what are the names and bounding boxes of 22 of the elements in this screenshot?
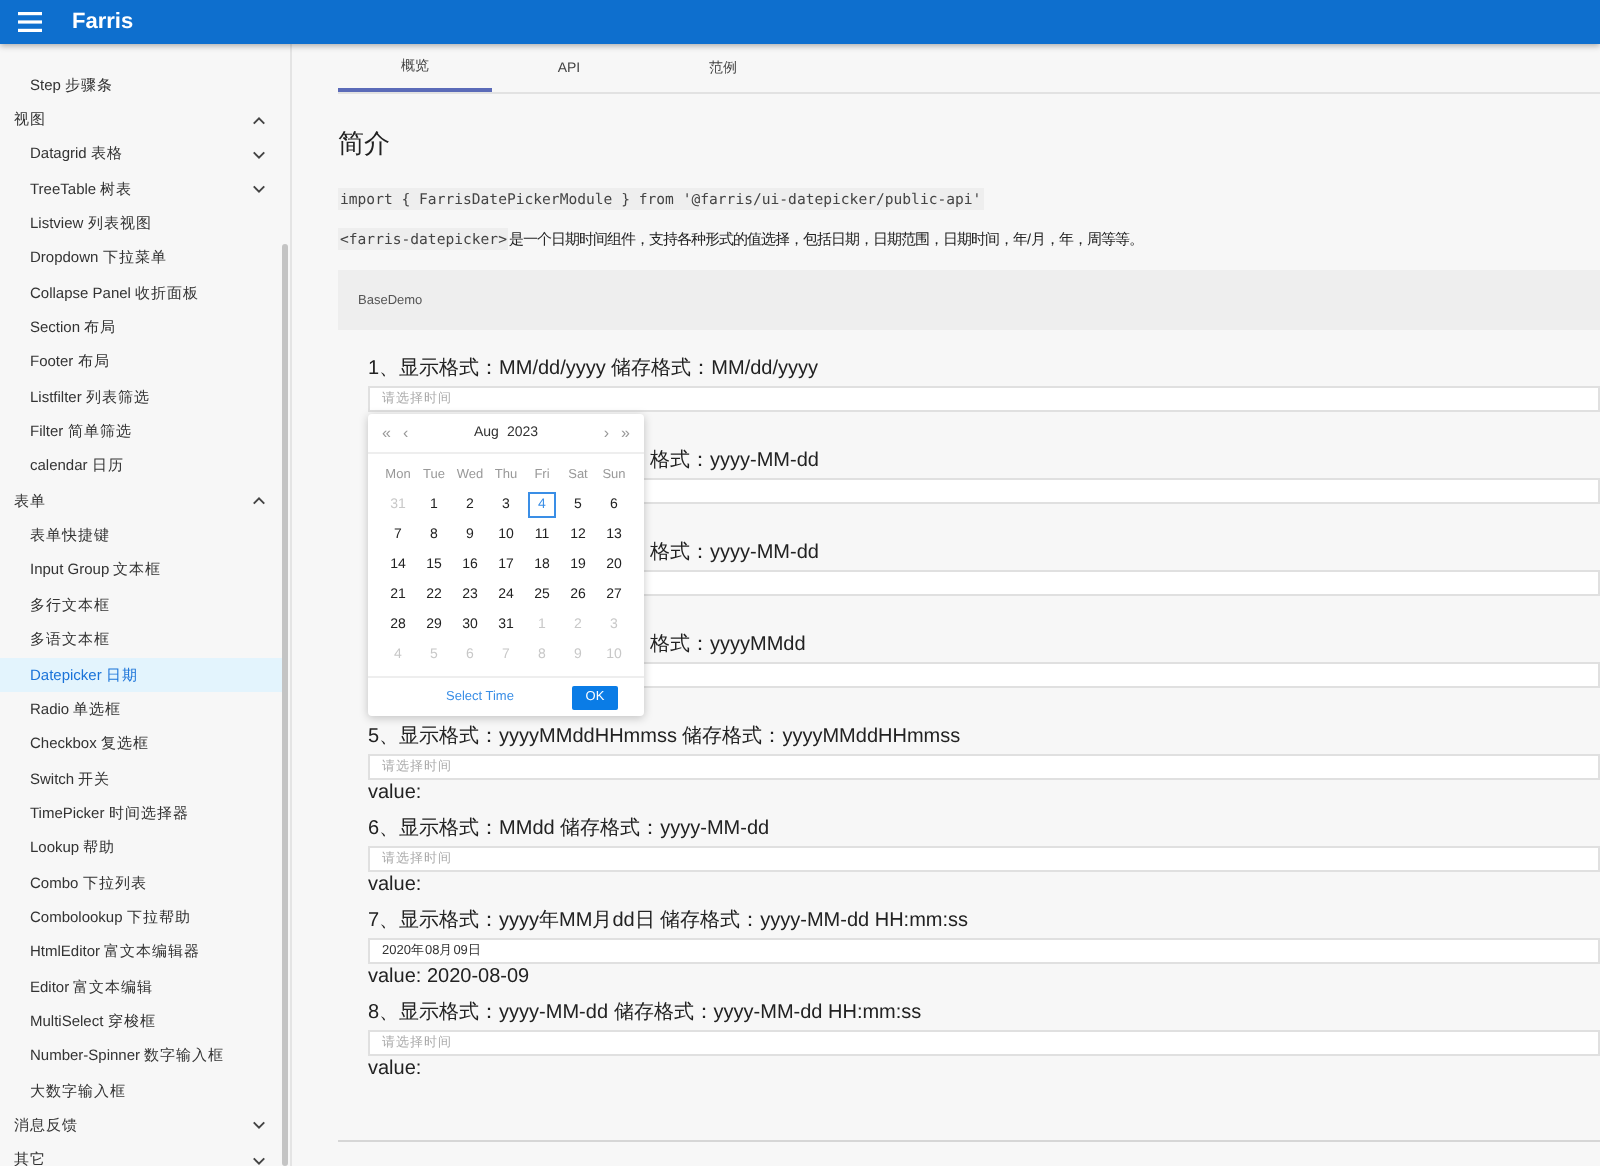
demo-label: 格式：yyyyMMdd — [650, 631, 806, 660]
chevron-up-icon[interactable] — [252, 115, 266, 126]
demo-label: 5、显示格式：yyyyMMddHHmmss 储存格式：yyyyMMddHHmmss — [368, 723, 961, 752]
value-text: value: 2020-08-09 — [368, 964, 530, 990]
demo-label: 7、显示格式：yyyy年MM月dd日 储存格式：yyyy-MM-dd HH:mm:ss — [368, 907, 969, 936]
demo-label: 6、显示格式：MMdd 储存格式：yyyy-MM-dd — [368, 815, 770, 844]
chevron-down-icon[interactable] — [252, 149, 266, 160]
value-text: value: — [368, 872, 422, 898]
value-text: value: — [368, 780, 422, 806]
app-title: Farris — [72, 10, 134, 34]
value-text: value: — [368, 1056, 422, 1082]
chevron-down-icon[interactable] — [252, 1120, 266, 1131]
demo-label: 格式：yyyy-MM-dd — [650, 447, 819, 476]
chevron-up-icon[interactable] — [252, 496, 266, 507]
demo-label: 1、显示格式：MM/dd/yyyy 储存格式：MM/dd/yyyy — [368, 355, 819, 384]
section-heading: 简介 — [338, 126, 392, 162]
chevron-down-icon[interactable] — [252, 184, 266, 195]
demo-label: 8、显示格式：yyyy-MM-dd 储存格式：yyyy-MM-dd HH:mm:ss — [368, 999, 922, 1028]
scrollbar-thumb[interactable] — [282, 244, 288, 1166]
demo-label: 格式：yyyy-MM-dd — [650, 539, 819, 568]
menu-icon[interactable] — [18, 12, 42, 32]
chevron-down-icon[interactable] — [252, 1155, 266, 1166]
